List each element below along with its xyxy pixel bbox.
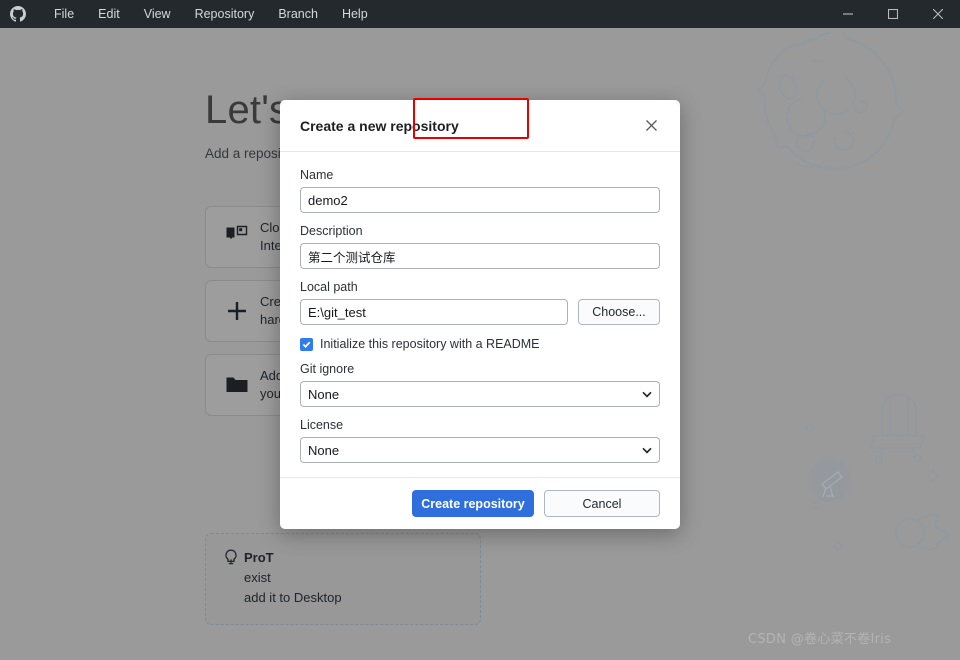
- dialog-close-icon[interactable]: [640, 115, 662, 137]
- choose-path-button[interactable]: Choose...: [578, 299, 660, 325]
- gitignore-select[interactable]: None: [300, 381, 660, 407]
- minimize-button[interactable]: [825, 0, 870, 28]
- clone-repository-icon: [220, 225, 254, 249]
- dialog-footer: Create repository Cancel: [280, 477, 680, 529]
- local-path-field-label: Local path: [300, 280, 660, 294]
- watermark: CSDN @卷心菜不卷Iris: [748, 628, 891, 647]
- title-bar: File Edit View Repository Branch Help: [0, 0, 960, 28]
- folder-icon: [220, 373, 254, 397]
- readme-checkbox-row[interactable]: Initialize this repository with a README: [300, 337, 660, 351]
- create-repository-dialog: Create a new repository Name Description…: [280, 100, 680, 529]
- name-field-label: Name: [300, 168, 660, 182]
- menu-item-help[interactable]: Help: [330, 0, 380, 28]
- space-objects-illustration-icon: [800, 388, 960, 568]
- protip-text: ProT exist add it to Desktop: [244, 548, 342, 610]
- menu-item-branch[interactable]: Branch: [266, 0, 330, 28]
- license-field-label: License: [300, 418, 660, 432]
- cancel-button[interactable]: Cancel: [544, 490, 660, 517]
- close-button[interactable]: [915, 0, 960, 28]
- dialog-body: Name Description Local path Choose... In…: [280, 152, 680, 477]
- plus-icon: [220, 299, 254, 323]
- maximize-button[interactable]: [870, 0, 915, 28]
- create-repository-button[interactable]: Create repository: [412, 490, 534, 517]
- moon-illustration-icon: [740, 32, 920, 197]
- protip-line2: exist: [244, 568, 342, 588]
- window-controls: [825, 0, 960, 28]
- license-select-wrap: None: [300, 437, 660, 463]
- lightbulb-icon: [218, 548, 244, 610]
- name-input[interactable]: [300, 187, 660, 213]
- license-select[interactable]: None: [300, 437, 660, 463]
- menu-item-file[interactable]: File: [42, 0, 86, 28]
- local-path-input[interactable]: [300, 299, 568, 325]
- github-logo-icon: [4, 0, 32, 28]
- dialog-title: Create a new repository: [300, 118, 459, 134]
- description-field-label: Description: [300, 224, 660, 238]
- readme-checkbox-label: Initialize this repository with a README: [320, 337, 540, 351]
- gitignore-field-label: Git ignore: [300, 362, 660, 376]
- dialog-header: Create a new repository: [280, 100, 680, 152]
- menu-item-repository[interactable]: Repository: [183, 0, 267, 28]
- protip-line3: add it to Desktop: [244, 588, 342, 608]
- readme-checkbox[interactable]: [300, 338, 313, 351]
- menu-item-edit[interactable]: Edit: [86, 0, 132, 28]
- protip-box: ProT exist add it to Desktop: [205, 533, 481, 625]
- menu-item-view[interactable]: View: [132, 0, 183, 28]
- protip-label: ProT: [244, 550, 274, 565]
- description-input[interactable]: [300, 243, 660, 269]
- menu-bar: File Edit View Repository Branch Help: [42, 0, 380, 28]
- gitignore-select-wrap: None: [300, 381, 660, 407]
- local-path-row: Choose...: [300, 299, 660, 325]
